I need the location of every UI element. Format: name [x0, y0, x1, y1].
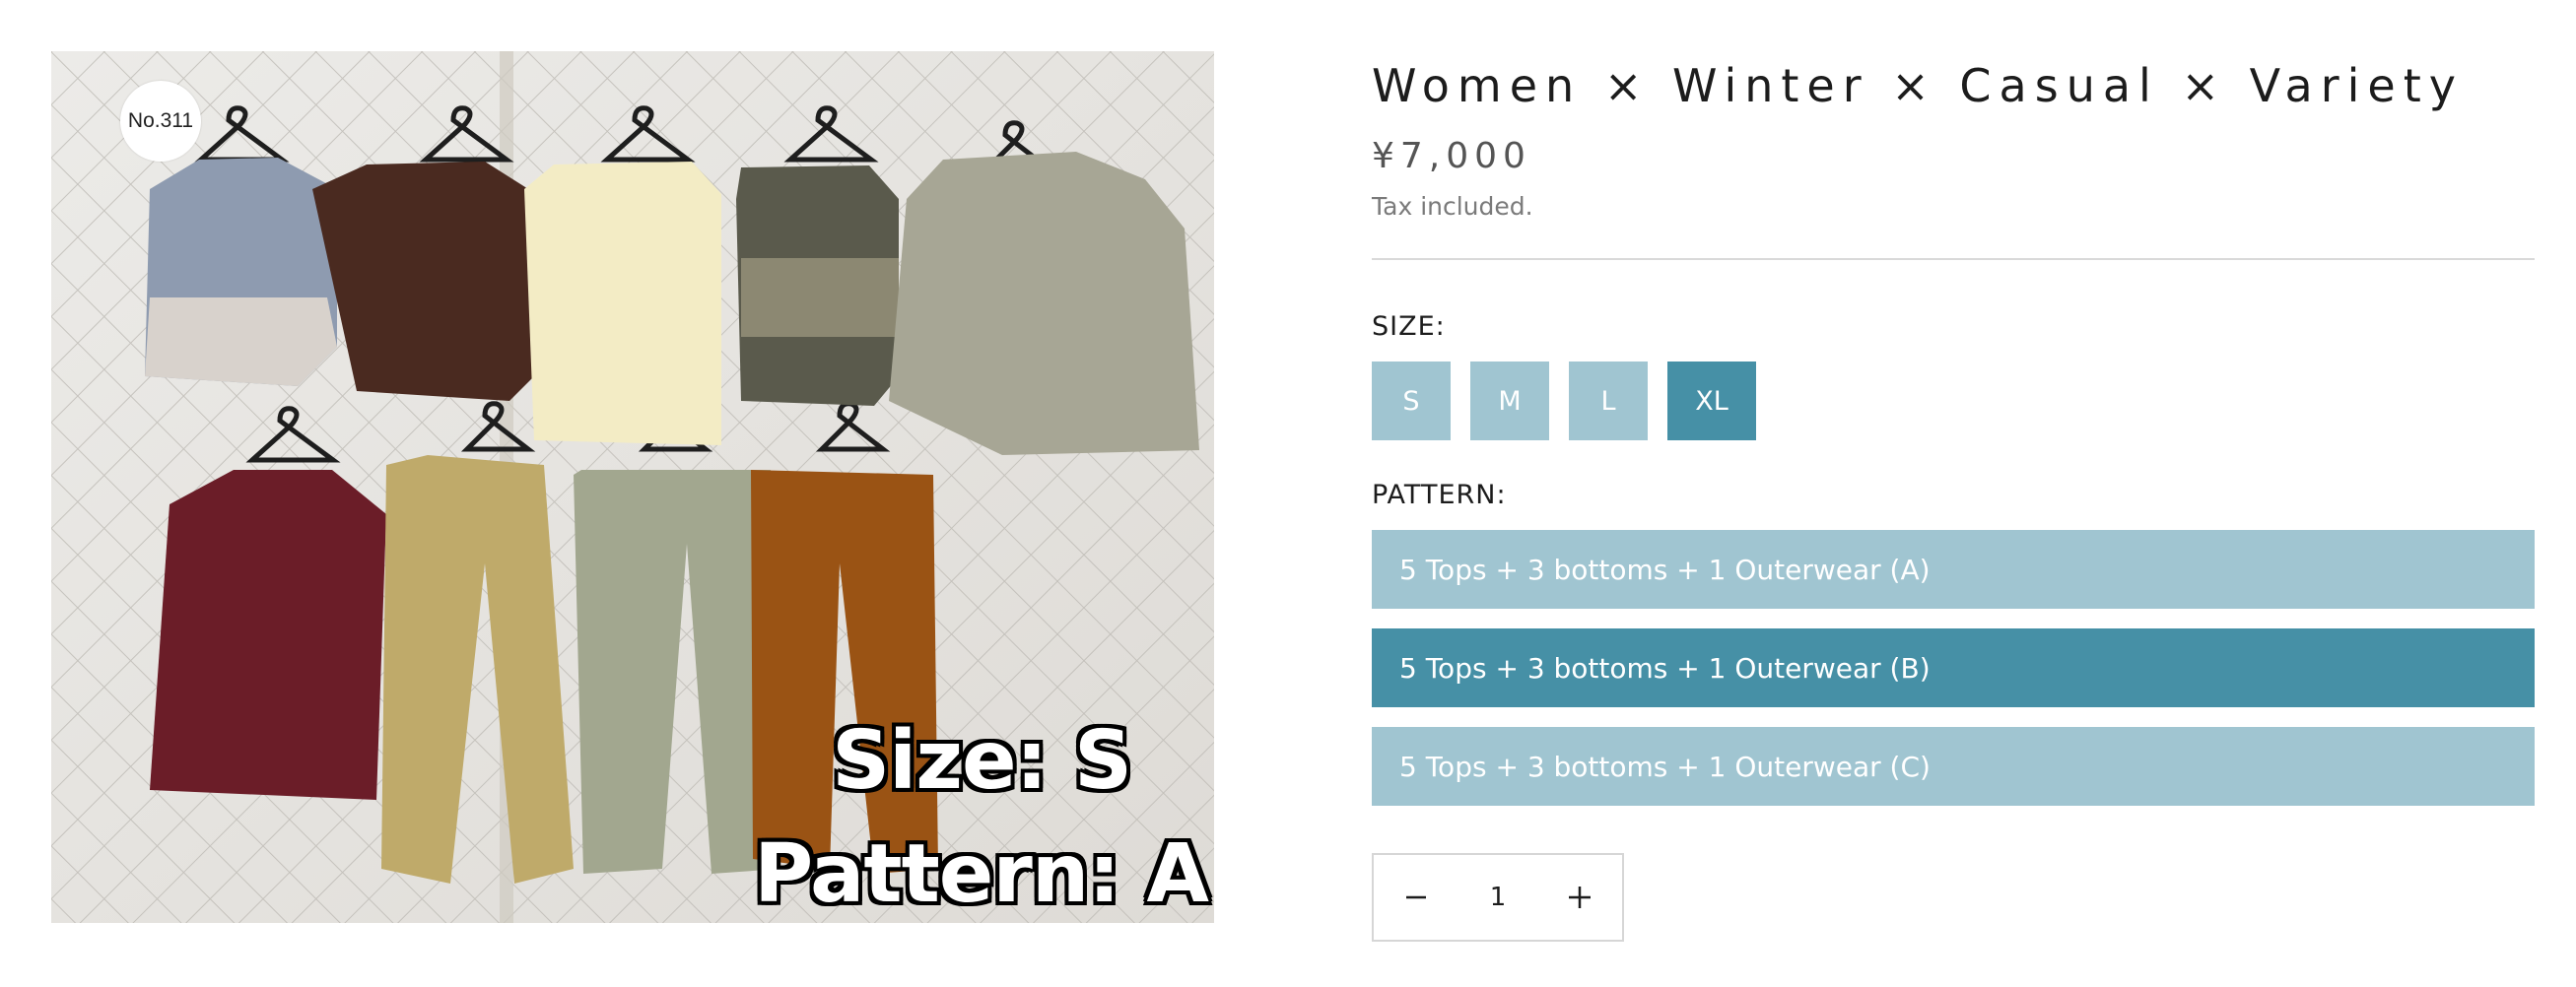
image-pattern-caption: Pattern: A	[754, 827, 1209, 921]
pattern-selector: 5 Tops + 3 bottoms + 1 Outerwear (A) 5 T…	[1372, 530, 2535, 806]
pattern-option-a[interactable]: 5 Tops + 3 bottoms + 1 Outerwear (A)	[1372, 530, 2535, 609]
item-number-badge: No.311	[120, 81, 201, 162]
size-option-xl[interactable]: XL	[1667, 362, 1756, 440]
minus-icon	[1406, 895, 1426, 899]
product-price: ¥7,000	[1372, 136, 1531, 176]
product-info: Women × Winter × Casual × Variety ¥7,000…	[1372, 49, 2535, 942]
product-page: No.311 Size: S Pattern: A Women × Winter…	[0, 0, 2576, 987]
size-option-l[interactable]: L	[1569, 362, 1648, 440]
product-image[interactable]: No.311 Size: S Pattern: A	[51, 51, 1214, 923]
quantity-stepper: 1	[1372, 853, 1624, 942]
size-label: SIZE:	[1372, 311, 1446, 342]
pattern-label: PATTERN:	[1372, 480, 1507, 510]
size-option-m[interactable]: M	[1470, 362, 1549, 440]
pattern-option-c[interactable]: 5 Tops + 3 bottoms + 1 Outerwear (C)	[1372, 727, 2535, 806]
size-option-s[interactable]: S	[1372, 362, 1451, 440]
quantity-value[interactable]: 1	[1468, 883, 1527, 912]
decrease-quantity-button[interactable]	[1374, 855, 1458, 940]
divider	[1372, 258, 2535, 260]
plus-icon	[1569, 887, 1591, 908]
pattern-option-b[interactable]: 5 Tops + 3 bottoms + 1 Outerwear (B)	[1372, 628, 2535, 707]
image-size-caption: Size: S	[832, 714, 1132, 808]
product-title: Women × Winter × Casual × Variety	[1372, 59, 2464, 112]
tax-note: Tax included.	[1372, 192, 1533, 221]
increase-quantity-button[interactable]	[1537, 855, 1622, 940]
size-selector: S M L XL	[1372, 362, 2535, 440]
